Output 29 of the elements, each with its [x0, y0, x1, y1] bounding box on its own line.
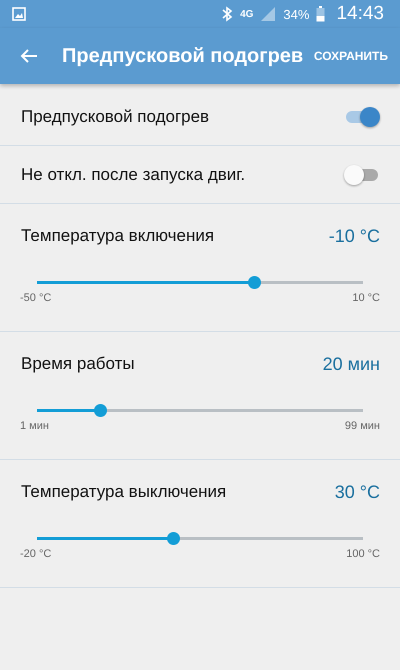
screen-title: Предпусковой подогрев [62, 44, 304, 68]
setting-label: Предпусковой подогрев [21, 106, 210, 126]
save-button[interactable]: СОХРАНИТЬ [310, 45, 392, 67]
setting-value: 20 мин [322, 354, 380, 376]
back-arrow-icon[interactable] [20, 48, 38, 64]
setting-label: Температура выключения [21, 482, 226, 503]
min-label: -20 °C [20, 548, 52, 560]
bluetooth-icon [221, 6, 234, 22]
network-type: 4G [240, 8, 254, 20]
slider-thumb[interactable] [167, 532, 180, 545]
max-label: 10 °C [352, 292, 380, 304]
battery-percent: 34% [283, 6, 310, 22]
max-label: 99 мин [344, 420, 380, 432]
toggle-switch[interactable] [344, 164, 380, 186]
toggle-switch[interactable] [344, 106, 380, 128]
signal-icon [260, 6, 276, 22]
setting-label: Не откл. после запуска двиг. [21, 164, 246, 184]
min-label: -50 °C [20, 292, 52, 304]
slider-thumb[interactable] [94, 404, 108, 417]
clock: 14:43 [336, 3, 384, 25]
min-label: 1 мин [20, 420, 49, 432]
setting-value: -10 °C [328, 226, 380, 248]
setting-value: 30 °C [334, 482, 380, 504]
max-label: 100 °C [346, 548, 380, 560]
gallery-icon [12, 7, 26, 21]
setting-label: Температура включения [21, 226, 214, 247]
slider-thumb[interactable] [248, 276, 262, 289]
setting-label: Время работы [21, 354, 135, 375]
battery-icon [316, 6, 326, 22]
